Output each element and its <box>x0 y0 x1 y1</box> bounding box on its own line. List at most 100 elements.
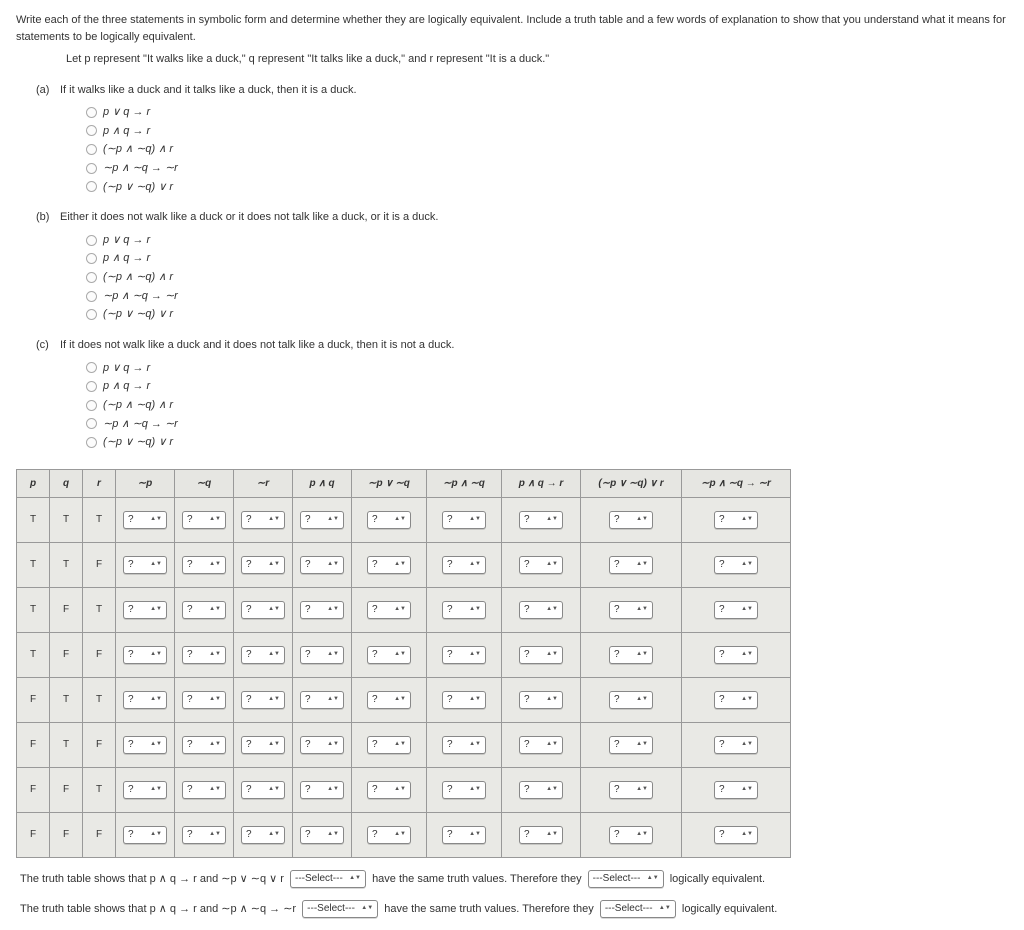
truth-cell-select[interactable]: ?▲▼ <box>609 691 653 709</box>
truth-cell-select[interactable]: ?▲▼ <box>714 826 758 844</box>
truth-cell-select[interactable]: ?▲▼ <box>182 736 226 754</box>
truth-cell-select[interactable]: ?▲▼ <box>367 511 411 529</box>
truth-cell-select[interactable]: ?▲▼ <box>519 691 563 709</box>
truth-cell-select[interactable]: ?▲▼ <box>519 736 563 754</box>
truth-cell-select[interactable]: ?▲▼ <box>367 646 411 664</box>
conclusion-1-select-b[interactable]: ---Select---▲▼ <box>588 870 664 888</box>
part-c-option-2[interactable]: p ∧ q → r <box>86 378 1008 395</box>
part-b-option-3[interactable]: (∼p ∧ ∼q) ∧ r <box>86 269 1008 286</box>
truth-cell-select[interactable]: ?▲▼ <box>300 601 344 619</box>
truth-cell-select[interactable]: ?▲▼ <box>300 556 344 574</box>
radio-icon[interactable] <box>86 418 97 429</box>
truth-cell-select[interactable]: ?▲▼ <box>300 736 344 754</box>
part-c-option-4[interactable]: ∼p ∧ ∼q → ∼r <box>86 416 1008 433</box>
truth-cell-select[interactable]: ?▲▼ <box>367 691 411 709</box>
radio-icon[interactable] <box>86 362 97 373</box>
truth-cell-select[interactable]: ?▲▼ <box>367 601 411 619</box>
truth-cell-select[interactable]: ?▲▼ <box>367 556 411 574</box>
truth-cell-select[interactable]: ?▲▼ <box>123 691 167 709</box>
radio-icon[interactable] <box>86 309 97 320</box>
conclusion-2-select-a[interactable]: ---Select---▲▼ <box>302 900 378 918</box>
part-a-option-4[interactable]: ∼p ∧ ∼q → ∼r <box>86 160 1008 177</box>
radio-icon[interactable] <box>86 144 97 155</box>
truth-cell-select[interactable]: ?▲▼ <box>123 556 167 574</box>
truth-cell-select[interactable]: ?▲▼ <box>714 736 758 754</box>
truth-cell-select[interactable]: ?▲▼ <box>241 781 285 799</box>
truth-cell-select[interactable]: ?▲▼ <box>519 781 563 799</box>
part-b-option-4[interactable]: ∼p ∧ ∼q → ∼r <box>86 288 1008 305</box>
truth-cell-select[interactable]: ?▲▼ <box>442 646 486 664</box>
truth-cell-select[interactable]: ?▲▼ <box>300 511 344 529</box>
part-a-option-5[interactable]: (∼p ∨ ∼q) ∨ r <box>86 179 1008 196</box>
truth-cell-select[interactable]: ?▲▼ <box>123 736 167 754</box>
truth-cell-select[interactable]: ?▲▼ <box>241 736 285 754</box>
part-b-option-1[interactable]: p ∨ q → r <box>86 232 1008 249</box>
radio-icon[interactable] <box>86 253 97 264</box>
radio-icon[interactable] <box>86 400 97 411</box>
truth-cell-select[interactable]: ?▲▼ <box>519 556 563 574</box>
truth-cell-select[interactable]: ?▲▼ <box>241 511 285 529</box>
radio-icon[interactable] <box>86 272 97 283</box>
truth-cell-select[interactable]: ?▲▼ <box>182 601 226 619</box>
radio-icon[interactable] <box>86 291 97 302</box>
truth-cell-select[interactable]: ?▲▼ <box>182 511 226 529</box>
truth-cell-select[interactable]: ?▲▼ <box>442 691 486 709</box>
part-a-option-1[interactable]: p ∨ q → r <box>86 104 1008 121</box>
truth-cell-select[interactable]: ?▲▼ <box>609 781 653 799</box>
truth-cell-select[interactable]: ?▲▼ <box>182 826 226 844</box>
radio-icon[interactable] <box>86 181 97 192</box>
truth-cell-select[interactable]: ?▲▼ <box>714 781 758 799</box>
truth-cell-select[interactable]: ?▲▼ <box>182 691 226 709</box>
truth-cell-select[interactable]: ?▲▼ <box>241 601 285 619</box>
truth-cell-select[interactable]: ?▲▼ <box>609 601 653 619</box>
truth-cell-select[interactable]: ?▲▼ <box>714 511 758 529</box>
part-b-option-5[interactable]: (∼p ∨ ∼q) ∨ r <box>86 306 1008 323</box>
part-a-option-3[interactable]: (∼p ∧ ∼q) ∧ r <box>86 141 1008 158</box>
truth-cell-select[interactable]: ?▲▼ <box>367 781 411 799</box>
radio-icon[interactable] <box>86 125 97 136</box>
truth-cell-select[interactable]: ?▲▼ <box>442 556 486 574</box>
truth-cell-select[interactable]: ?▲▼ <box>609 646 653 664</box>
truth-cell-select[interactable]: ?▲▼ <box>241 826 285 844</box>
truth-cell-select[interactable]: ?▲▼ <box>714 646 758 664</box>
radio-icon[interactable] <box>86 235 97 246</box>
truth-cell-select[interactable]: ?▲▼ <box>241 646 285 664</box>
radio-icon[interactable] <box>86 381 97 392</box>
truth-cell-select[interactable]: ?▲▼ <box>123 826 167 844</box>
truth-cell-select[interactable]: ?▲▼ <box>182 646 226 664</box>
truth-cell-select[interactable]: ?▲▼ <box>609 826 653 844</box>
truth-cell-select[interactable]: ?▲▼ <box>367 826 411 844</box>
truth-cell-select[interactable]: ?▲▼ <box>519 601 563 619</box>
radio-icon[interactable] <box>86 163 97 174</box>
conclusion-1-select-a[interactable]: ---Select---▲▼ <box>290 870 366 888</box>
truth-cell-select[interactable]: ?▲▼ <box>442 736 486 754</box>
truth-cell-select[interactable]: ?▲▼ <box>442 781 486 799</box>
truth-cell-select[interactable]: ?▲▼ <box>442 826 486 844</box>
truth-cell-select[interactable]: ?▲▼ <box>123 781 167 799</box>
conclusion-2-select-b[interactable]: ---Select---▲▼ <box>600 900 676 918</box>
part-b-option-2[interactable]: p ∧ q → r <box>86 250 1008 267</box>
truth-cell-select[interactable]: ?▲▼ <box>442 511 486 529</box>
truth-cell-select[interactable]: ?▲▼ <box>519 511 563 529</box>
radio-icon[interactable] <box>86 437 97 448</box>
truth-cell-select[interactable]: ?▲▼ <box>123 601 167 619</box>
truth-cell-select[interactable]: ?▲▼ <box>714 601 758 619</box>
truth-cell-select[interactable]: ?▲▼ <box>609 511 653 529</box>
truth-cell-select[interactable]: ?▲▼ <box>609 736 653 754</box>
truth-cell-select[interactable]: ?▲▼ <box>123 511 167 529</box>
truth-cell-select[interactable]: ?▲▼ <box>300 781 344 799</box>
truth-cell-select[interactable]: ?▲▼ <box>241 556 285 574</box>
truth-cell-select[interactable]: ?▲▼ <box>367 736 411 754</box>
truth-cell-select[interactable]: ?▲▼ <box>123 646 167 664</box>
truth-cell-select[interactable]: ?▲▼ <box>519 646 563 664</box>
truth-cell-select[interactable]: ?▲▼ <box>300 646 344 664</box>
truth-cell-select[interactable]: ?▲▼ <box>182 556 226 574</box>
truth-cell-select[interactable]: ?▲▼ <box>519 826 563 844</box>
truth-cell-select[interactable]: ?▲▼ <box>442 601 486 619</box>
truth-cell-select[interactable]: ?▲▼ <box>300 691 344 709</box>
truth-cell-select[interactable]: ?▲▼ <box>609 556 653 574</box>
truth-cell-select[interactable]: ?▲▼ <box>714 556 758 574</box>
truth-cell-select[interactable]: ?▲▼ <box>300 826 344 844</box>
part-c-option-1[interactable]: p ∨ q → r <box>86 360 1008 377</box>
radio-icon[interactable] <box>86 107 97 118</box>
